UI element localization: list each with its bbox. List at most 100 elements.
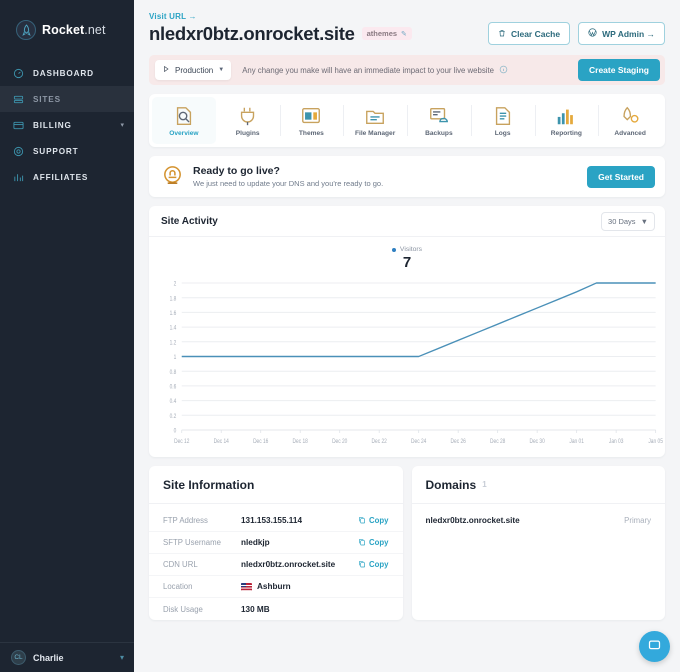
tab-plugins[interactable]: Plugins (216, 97, 280, 144)
go-live-text: Ready to go live? We just need to update… (193, 165, 383, 188)
tab-label: Themes (298, 129, 324, 137)
brand-text: Rocket.net (42, 23, 106, 37)
visit-url-link[interactable]: Visit URL → (149, 12, 197, 21)
tab-advanced[interactable]: Advanced (598, 97, 662, 144)
site-information-rows: FTP Address 131.153.155.114 Copy SFTP Usern… (149, 504, 403, 620)
svg-text:Dec 30: Dec 30 (530, 439, 545, 446)
info-row-label: FTP Address (163, 516, 208, 525)
info-row-value-text: 131.153.155.114 (241, 516, 303, 525)
us-flag-icon (241, 582, 252, 591)
tab-label: Advanced (614, 129, 646, 137)
info-row-value-text: Ashburn (257, 582, 291, 591)
brand-name-light: .net (84, 23, 106, 37)
create-staging-button[interactable]: Create Staging (578, 59, 660, 81)
site-activity-header: Site Activity 30 Days ▼ (149, 206, 665, 237)
info-row-label: SFTP Username (163, 538, 221, 547)
sidebar-user-menu[interactable]: CL Charlie ▾ (0, 642, 134, 672)
tab-logs[interactable]: Logs (470, 97, 535, 144)
svg-text:Dec 12: Dec 12 (174, 439, 189, 446)
copy-button[interactable]: Copy (358, 560, 389, 570)
svg-text:1.6: 1.6 (170, 311, 177, 318)
copy-button[interactable]: Copy (358, 538, 389, 548)
play-icon (162, 64, 170, 76)
info-row: Disk Usage 130 MB (149, 598, 403, 620)
wp-admin-button[interactable]: WP Admin → (578, 22, 665, 45)
chat-widget-button[interactable] (639, 631, 670, 662)
bottom-panels: Site Information FTP Address 131.153.155.… (149, 466, 665, 620)
domains-rows: nledxr0btz.onrocket.site Primary (412, 504, 666, 525)
sidebar-item-label: SITES (33, 94, 61, 104)
site-activity-title: Site Activity (161, 215, 218, 227)
clear-cache-button[interactable]: Clear Cache (487, 22, 571, 45)
info-row-label: CDN URL (163, 560, 198, 569)
go-live-title: Ready to go live? (193, 165, 280, 177)
domains-count: 1 (482, 480, 487, 489)
site-tag[interactable]: athemes ✎ (361, 27, 412, 40)
svg-text:Dec 14: Dec 14 (214, 439, 229, 446)
bar-chart-icon (555, 105, 577, 127)
tab-label: Plugins (235, 129, 260, 137)
sidebar-username: Charlie (33, 652, 64, 663)
info-row-value: Ashburn (241, 582, 291, 591)
copy-button[interactable]: Copy (358, 516, 389, 526)
info-row-value: 131.153.155.114 (241, 516, 302, 525)
visitors-line-chart: 0 0.2 0.4 0.6 0.8 1 1.2 1.4 1.6 1.8 2 Dec 12 Dec 14 D… (149, 277, 665, 452)
tab-reporting[interactable]: Reporting (534, 97, 599, 144)
chat-bubble-icon (647, 638, 662, 656)
legend-label: Visitors (399, 246, 423, 253)
site-information-header: Site Information (149, 466, 403, 504)
svg-text:0.6: 0.6 (170, 384, 177, 391)
copy-icon (358, 560, 366, 570)
info-row-value-text: nledkjp (241, 538, 270, 547)
trash-icon (498, 29, 506, 39)
date-range-label: 30 Days (608, 216, 636, 226)
info-row-value: nledkjp (241, 538, 270, 547)
sidebar-item-support[interactable]: SUPPORT (0, 138, 134, 164)
site-activity-body: Visitors 7 0 0.2 0.4 0.6 0.8 1 1.2 1.4 1.6 1.8 2 De… (149, 237, 665, 457)
header-actions: Clear Cache WP Admin → (487, 22, 665, 45)
info-row-value-text: 130 MB (241, 604, 270, 614)
server-icon (13, 94, 24, 105)
info-row: FTP Address 131.153.155.114 Copy (149, 510, 403, 532)
sidebar-item-sites[interactable]: SITES (0, 86, 134, 112)
date-range-select[interactable]: 30 Days ▼ (601, 211, 655, 231)
info-row-label: Location (163, 582, 193, 591)
pencil-icon[interactable]: ✎ (401, 30, 407, 38)
svg-text:Dec 16: Dec 16 (253, 439, 268, 446)
visitors-total: 7 (402, 254, 412, 271)
main-content: Visit URL → nledxr0btz.onrocket.site ath… (134, 0, 680, 672)
svg-text:1.4: 1.4 (170, 325, 177, 332)
tab-file-manager[interactable]: File Manager (343, 97, 407, 144)
gauge-icon (13, 68, 24, 79)
sidebar-item-affiliates[interactable]: AFFILIATES (0, 164, 134, 190)
chevron-down-icon: ▾ (119, 653, 124, 662)
credit-card-icon (13, 120, 24, 131)
domain-primary-badge: Primary (624, 516, 651, 525)
svg-text:Dec 22: Dec 22 (372, 439, 387, 446)
info-icon[interactable] (499, 65, 508, 76)
avatar-initials: CL (14, 654, 23, 661)
svg-text:Dec 26: Dec 26 (451, 439, 466, 446)
sidebar-item-dashboard[interactable]: DASHBOARD (0, 60, 134, 86)
sidebar-item-label: AFFILIATES (33, 172, 89, 182)
chevron-down-icon: ▾ (120, 122, 124, 129)
get-started-button[interactable]: Get Started (587, 165, 655, 188)
tab-themes[interactable]: Themes (279, 97, 344, 144)
go-live-banner: Ready to go live? We just need to update… (149, 156, 665, 197)
svg-text:2: 2 (174, 281, 177, 288)
brand[interactable]: Rocket.net (0, 0, 134, 46)
section-tabs: Overview Plugins Themes File Manager Bac… (149, 94, 665, 147)
tab-overview[interactable]: Overview (152, 97, 216, 144)
chart-legend: Visitors (149, 246, 665, 253)
chart-svg: 0 0.2 0.4 0.6 0.8 1 1.2 1.4 1.6 1.8 2 Dec 12 Dec 14 D… (170, 281, 663, 446)
svg-text:1: 1 (174, 355, 177, 362)
sidebar-item-label: BILLING (33, 120, 72, 130)
tab-backups[interactable]: Backups (407, 97, 471, 144)
lifebuoy-icon (13, 146, 24, 157)
environment-select[interactable]: Production ▼ (155, 60, 232, 80)
svg-text:1.2: 1.2 (170, 340, 177, 347)
domain-row[interactable]: nledxr0btz.onrocket.site Primary (412, 504, 666, 525)
layout-icon (300, 105, 322, 127)
info-row-value-text: nledxr0btz.onrocket.site (241, 560, 336, 569)
sidebar-item-billing[interactable]: BILLING ▾ (0, 112, 134, 138)
